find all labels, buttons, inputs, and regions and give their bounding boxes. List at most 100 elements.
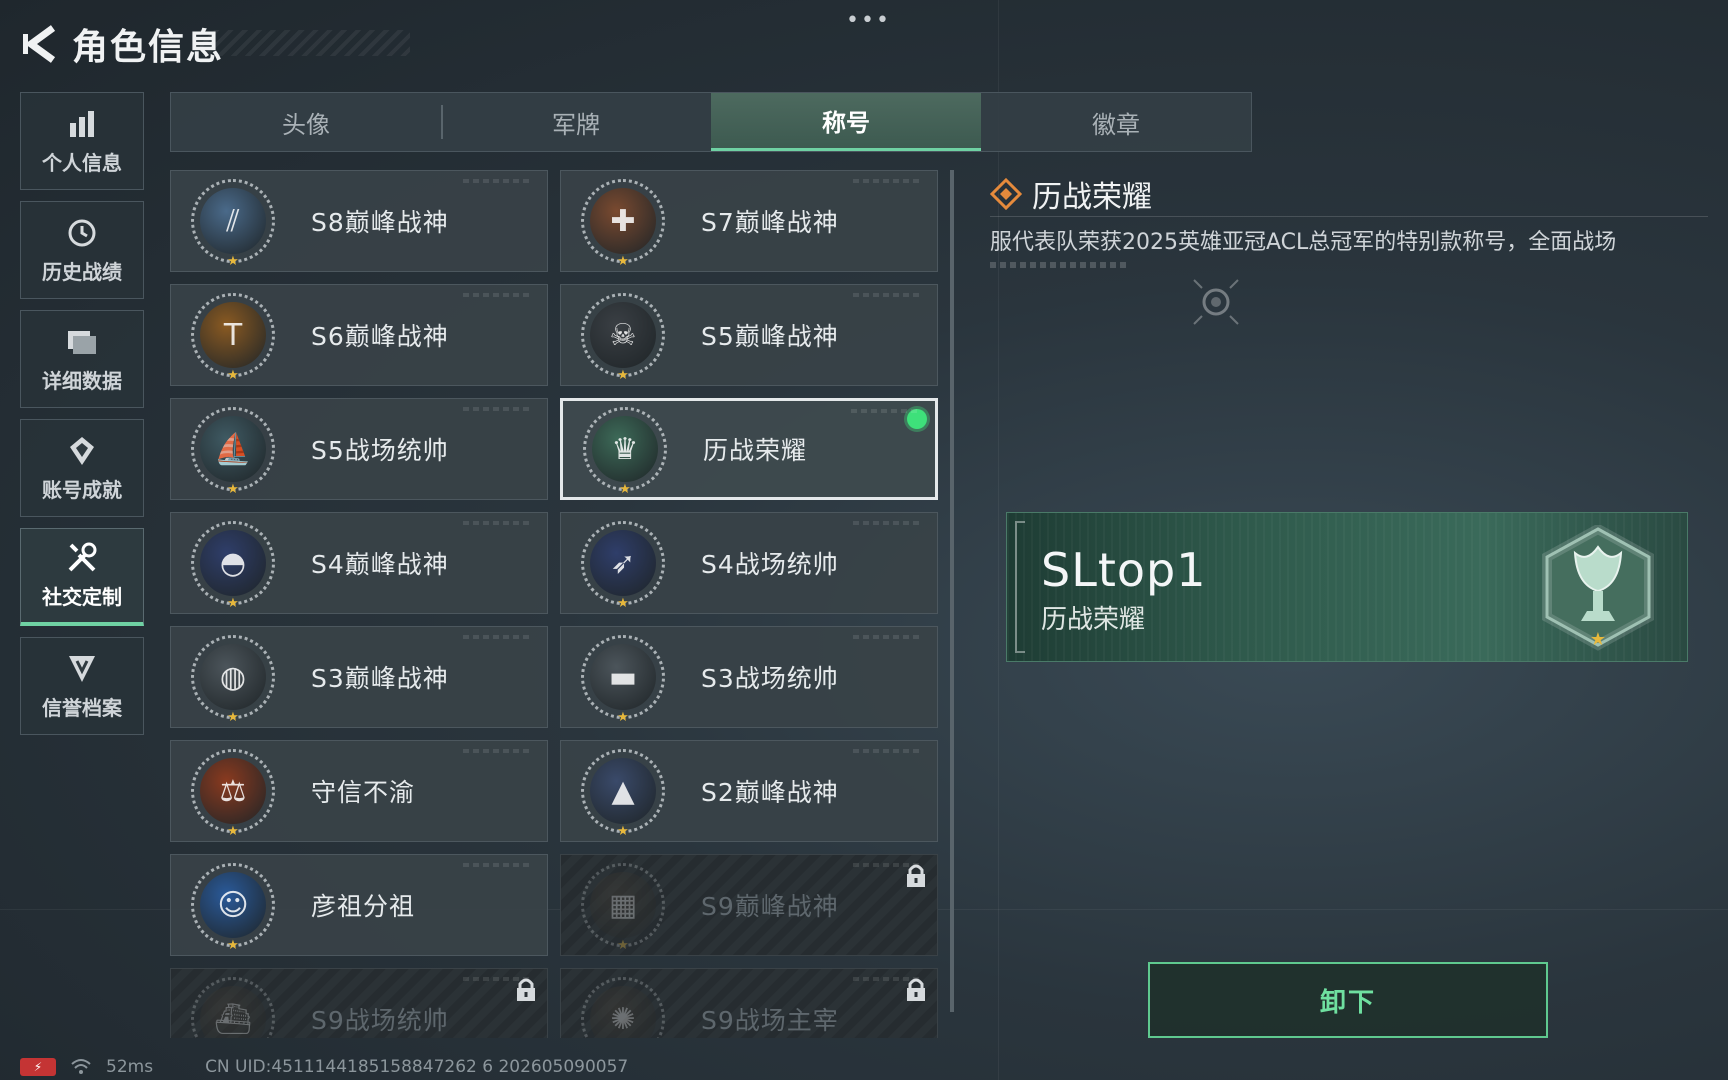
emblem-laurel	[581, 179, 665, 263]
title-name: S3战场统帅	[701, 664, 839, 693]
category-tabs: 头像 军牌 称号 徽章	[170, 92, 1252, 152]
star-icon: ★	[227, 596, 239, 611]
achievement-icon	[65, 434, 99, 468]
title-decoration	[200, 30, 410, 56]
title-card[interactable]: ☠ ★ S5巅峰战神	[560, 284, 938, 386]
title-card[interactable]: T ★ S6巅峰战神	[170, 284, 548, 386]
sidebar-item-personal-info[interactable]: 个人信息	[20, 92, 144, 190]
detail-decoration	[990, 262, 1126, 268]
title-card[interactable]: ▲ ★ S2巅峰战神	[560, 740, 938, 842]
star-icon: ★	[617, 938, 629, 953]
tab-avatar[interactable]: 头像	[171, 93, 441, 151]
title-name: S4战场统帅	[701, 550, 839, 579]
title-card[interactable]: ☺ ★ 彦祖分祖	[170, 854, 548, 956]
portrait-emblem-icon: ☺ ★	[191, 863, 275, 953]
title-card[interactable]: ⫽ ★ S8巅峰战神	[170, 170, 548, 272]
sidebar-item-social[interactable]: 社交定制	[20, 528, 144, 626]
wifi-icon	[71, 1059, 91, 1074]
battery-icon: ⚡	[20, 1058, 56, 1076]
star-icon: ★	[617, 596, 629, 611]
emblem-laurel	[191, 179, 275, 263]
sidebar-item-reputation[interactable]: 信誉档案	[20, 637, 144, 735]
title-preview-banner: SLtop1 历战荣耀 ★	[1006, 512, 1688, 662]
title-card[interactable]: ✺★ S9战场主宰	[560, 968, 938, 1038]
tab-dog-tag[interactable]: 军牌	[441, 93, 711, 151]
title-card[interactable]: ⛵ ★ S5战场统帅	[170, 398, 548, 500]
title-name: S6巅峰战神	[311, 322, 449, 351]
title-name: S9战场主宰	[701, 1006, 839, 1035]
star-icon: ★	[619, 482, 631, 497]
title-name: 历战荣耀	[703, 436, 808, 465]
helmet-emblem-icon: ◓ ★	[191, 521, 275, 611]
status-bar: ⚡ 52ms CN UID:4511144185158847262 6 2026…	[20, 1056, 628, 1078]
title-card[interactable]: ◓ ★ S4巅峰战神	[170, 512, 548, 614]
boat-emblem-icon: ⛵ ★	[191, 407, 275, 497]
banner-title-text: 历战荣耀	[1041, 605, 1146, 635]
star-icon: ★	[227, 824, 239, 839]
lock-icon	[517, 978, 535, 1001]
title-card[interactable]: ⚖ ★ 守信不渝	[170, 740, 548, 842]
explosion-emblem-icon: ✺★	[581, 977, 665, 1038]
lock-icon	[907, 978, 925, 1001]
title-grid: ⫽ ★ S8巅峰战神 ✚ ★ S7巅峰战神 T ★ S6巅峰战神 ☠ ★ S5巅峰战神 ⛵ ★ S5战场统帅…	[170, 170, 940, 1038]
sidebar-item-achievements[interactable]: 账号成就	[20, 419, 144, 517]
detail-description: 服代表队荣获2025英雄亚冠ACL总冠军的特别款称号，全面战场	[990, 230, 1617, 255]
emblem-laurel	[191, 521, 275, 605]
lock-icon	[907, 864, 925, 887]
title-card[interactable]: ✚ ★ S7巅峰战神	[560, 170, 938, 272]
title-name: S8巅峰战神	[311, 208, 449, 237]
sidebar-item-label: 账号成就	[42, 477, 122, 502]
title-card[interactable]: ◍ ★ S3巅峰战神	[170, 626, 548, 728]
page-header: 角色信息	[20, 18, 224, 70]
emblem-laurel	[191, 407, 275, 491]
emblem-laurel	[581, 521, 665, 605]
folder-icon	[65, 325, 99, 359]
title-card[interactable]: ⛴★ S9战场统帅	[170, 968, 548, 1038]
t-emblem-icon: T ★	[191, 293, 275, 383]
emblem-laurel	[581, 635, 665, 719]
scrollbar[interactable]	[950, 170, 954, 1012]
detail-header: 历战荣耀	[990, 172, 1152, 216]
triangle-emblem-icon: ▲ ★	[581, 749, 665, 839]
equipped-indicator	[907, 409, 927, 429]
emblem-laurel	[581, 863, 665, 947]
sidebar: 个人信息 历史战绩 详细数据 账号成就 社交定制 信誉档案	[20, 92, 144, 746]
star-icon: ★	[617, 254, 629, 269]
sidebar-item-details[interactable]: 详细数据	[20, 310, 144, 408]
star-icon: ★	[227, 254, 239, 269]
trophy-emblem-icon: ★	[1542, 525, 1654, 651]
title-card[interactable]: ▬ ★ S3战场统帅	[560, 626, 938, 728]
unequip-button[interactable]: 卸下	[1148, 962, 1548, 1038]
title-card[interactable]: ♛ ★ 历战荣耀	[560, 398, 938, 500]
diamond-icon	[990, 178, 1022, 210]
stripes-emblem-icon: ⫽ ★	[191, 179, 275, 269]
title-name: 守信不渝	[311, 778, 416, 807]
sidebar-item-history[interactable]: 历史战绩	[20, 201, 144, 299]
user-uid: CN UID:4511144185158847262 6 20260509005…	[205, 1057, 629, 1077]
title-card[interactable]: ▦ ★ S9巅峰战神	[560, 854, 938, 956]
title-name: S9战场统帅	[311, 1006, 449, 1035]
emblem-laurel	[191, 977, 275, 1038]
emblem-laurel	[581, 977, 665, 1038]
title-card[interactable]: ➶ ★ S4战场统帅	[560, 512, 938, 614]
bar-chart-icon	[65, 107, 99, 141]
more-options-icon[interactable]: •••	[846, 8, 891, 33]
emblem-laurel	[191, 635, 275, 719]
page-title: 角色信息	[72, 27, 225, 68]
ping-value: 52ms	[106, 1057, 154, 1077]
title-name: S4巅峰战神	[311, 550, 449, 579]
sidebar-item-label: 个人信息	[42, 150, 122, 175]
tools-icon	[65, 541, 99, 575]
title-name: S7巅峰战神	[701, 208, 839, 237]
emblem-laurel	[581, 293, 665, 377]
shield-icon	[65, 652, 99, 686]
building-emblem-icon: ▦ ★	[581, 863, 665, 953]
tab-title[interactable]: 称号	[711, 93, 981, 151]
title-name: S9巅峰战神	[701, 892, 839, 921]
tab-badge[interactable]: 徽章	[981, 93, 1251, 151]
sidebar-item-label: 详细数据	[42, 368, 122, 393]
title-name: S3巅峰战神	[311, 664, 449, 693]
crossbow-emblem-icon: ✚ ★	[581, 179, 665, 269]
back-arrow-icon[interactable]	[20, 20, 60, 68]
reticle-icon	[1193, 279, 1239, 325]
